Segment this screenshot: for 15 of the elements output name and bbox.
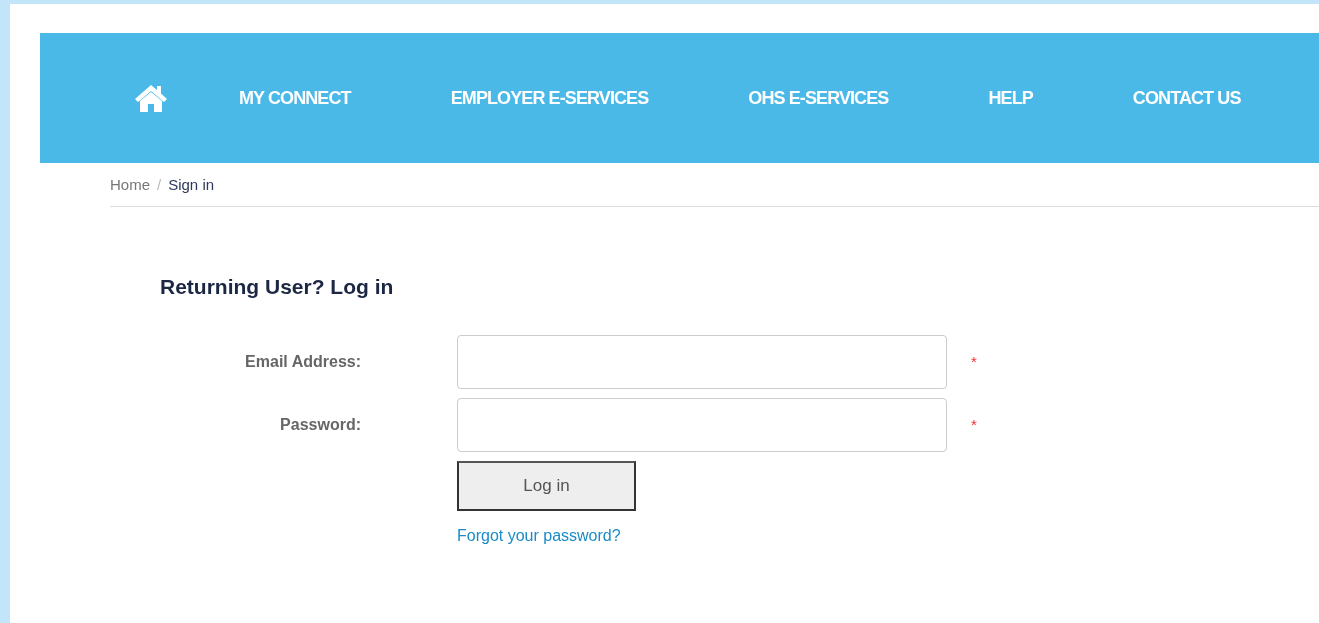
breadcrumb-link[interactable]: Sign in xyxy=(168,176,215,193)
required-mark: * xyxy=(970,352,978,372)
nav-link[interactable]: OHS E-SERVICES xyxy=(748,87,889,109)
breadcrumb-separator: / xyxy=(157,176,162,193)
breadcrumb-link[interactable]: Home xyxy=(110,176,150,193)
forgot-password-link[interactable]: Forgot your password? xyxy=(457,527,621,545)
nav-link[interactable]: EMPLOYER E-SERVICES xyxy=(450,87,649,109)
nav-link[interactable]: MY CONNECT xyxy=(239,87,351,109)
field-label: Email Address: xyxy=(244,353,362,371)
required-mark: * xyxy=(970,415,978,435)
nav-link[interactable]: HELP xyxy=(988,87,1033,109)
login-heading: Returning User? Log in xyxy=(160,275,395,299)
nav-link[interactable]: CONTACT US xyxy=(1132,87,1241,109)
login-button[interactable]: Log in xyxy=(457,461,636,511)
field-label: Password: xyxy=(279,416,362,434)
